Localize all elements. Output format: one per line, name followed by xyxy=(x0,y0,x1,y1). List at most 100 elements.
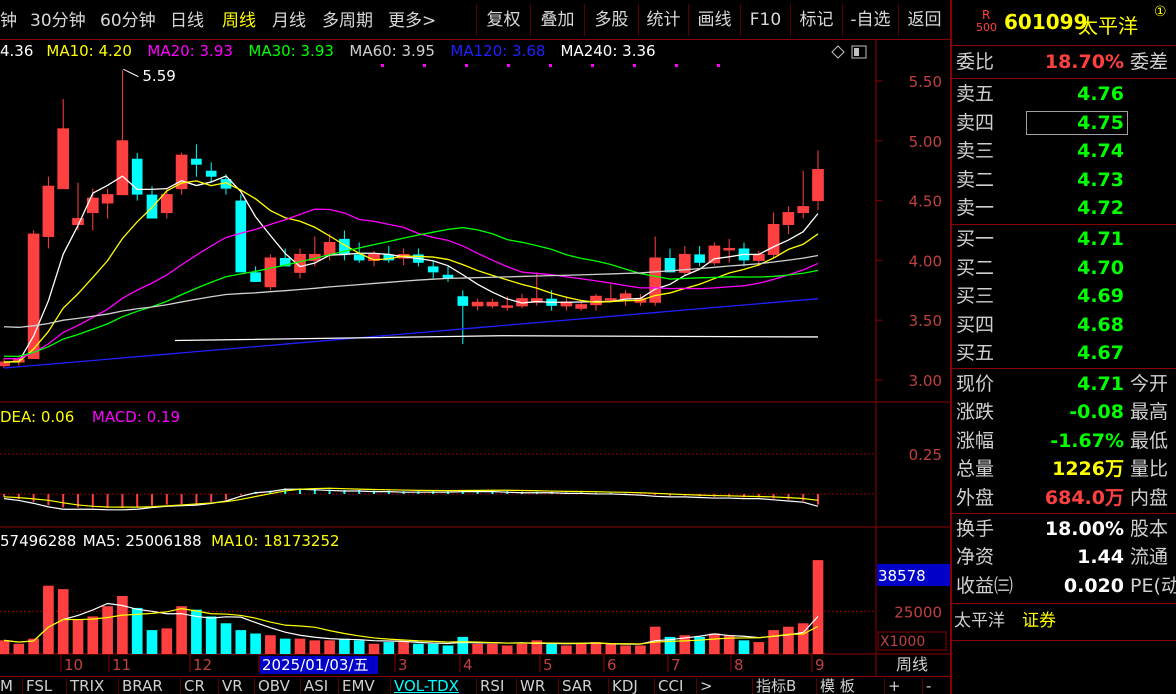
quote-row-0-label2: 今开 xyxy=(1130,373,1169,395)
period-tab-daily[interactable]: 日线 xyxy=(170,8,204,34)
signal-dot-5 xyxy=(591,64,594,67)
candle-body-33 xyxy=(486,301,499,307)
bid-row-1-value: 4.71 xyxy=(1077,228,1124,250)
indicator-tab-voltdx[interactable]: VOL-TDX xyxy=(394,677,459,694)
ask-row-5[interactable]: 卖五 4.76 xyxy=(952,80,1176,108)
back-button[interactable]: 返回 xyxy=(898,4,950,36)
fundamental-row-0[interactable]: 换手 18.00% 股本 xyxy=(952,515,1176,543)
quote-row-1[interactable]: 涨跌 -0.08 最高 xyxy=(952,398,1176,426)
industry-sector[interactable]: 证券 xyxy=(1022,607,1056,635)
indicator-tab-b[interactable]: 指标B xyxy=(756,677,796,694)
industry-row[interactable]: 太平洋 证券 xyxy=(952,607,1176,635)
fundamental-row-2[interactable]: 收益㈢ 0.020 PE(动 xyxy=(952,572,1176,600)
indicator-tab-emv[interactable]: EMV xyxy=(342,677,375,694)
fundamental-row-1-label2: 流通 xyxy=(1130,546,1169,569)
indicator-tab-rsi[interactable]: RSI xyxy=(480,677,504,694)
volume-bar-1 xyxy=(13,643,25,654)
signal-dot-7 xyxy=(675,64,678,67)
period-tab-min[interactable]: 钟 xyxy=(0,8,17,34)
bid-row-4[interactable]: 买四 4.68 xyxy=(952,311,1176,339)
quote-row-2[interactable]: 涨幅 -1.67% 最低 xyxy=(952,427,1176,455)
quote-row-3[interactable]: 总量 1226万 量比 xyxy=(952,455,1176,483)
signal-dot-2 xyxy=(465,64,468,67)
indicator-tab-[interactable]: 模 板 xyxy=(820,677,855,694)
ask-row-3-label: 卖三 xyxy=(956,140,995,163)
candle-body-54 xyxy=(797,206,810,214)
indicator-tab-[interactable]: - xyxy=(926,677,931,694)
multi-stock-button[interactable]: 多股 xyxy=(584,4,638,36)
stock-header: R 500 601099 太平洋 ① xyxy=(952,0,1176,46)
statistics-button[interactable]: 统计 xyxy=(638,4,688,36)
bid-row-2[interactable]: 买二 4.70 xyxy=(952,254,1176,282)
quote-row-4[interactable]: 外盘 684.0万 内盘 xyxy=(952,484,1176,512)
indicator-tab-[interactable]: + xyxy=(888,677,901,694)
bid-row-5-value: 4.67 xyxy=(1077,342,1124,365)
x-axis-label-0: 10 xyxy=(64,656,83,674)
tab-separator xyxy=(752,678,753,694)
f10-button[interactable]: F10 xyxy=(740,4,790,36)
draw-line-button[interactable]: 画线 xyxy=(688,4,740,36)
ask-row-1-label: 卖一 xyxy=(956,197,995,220)
chart-area[interactable]: 5.50 5.00 4.50 4.00 3.50 3.00 5.59 0.25 38578 250… xyxy=(0,40,950,676)
weibi-row[interactable]: 委比 18.70% 委差 xyxy=(952,48,1176,76)
mark-button[interactable]: 标记 xyxy=(790,4,842,36)
indicator-tab-asi[interactable]: ASI xyxy=(304,677,328,694)
fundamental-row-1[interactable]: 净资 1.44 流通 xyxy=(952,543,1176,571)
x-axis-label-7: 6 xyxy=(607,656,617,674)
period-tab-30min[interactable]: 30分钟 xyxy=(30,8,86,34)
bid-row-5[interactable]: 买五 4.67 xyxy=(952,339,1176,367)
signal-dot-6 xyxy=(633,64,636,67)
indicator-tab-cci[interactable]: CCI xyxy=(658,677,683,694)
indicator-tab-kdj[interactable]: KDJ xyxy=(612,677,638,694)
stock-name[interactable]: 太平洋 xyxy=(1078,10,1138,39)
indicator-tab-vr[interactable]: VR xyxy=(222,677,243,694)
indicator-tab-obv[interactable]: OBV xyxy=(258,677,290,694)
bid-row-3[interactable]: 买三 4.69 xyxy=(952,282,1176,310)
bid-row-3-value: 4.69 xyxy=(1077,285,1124,308)
selected-price-box xyxy=(1026,110,1128,135)
indicator-tab-brar[interactable]: BRAR xyxy=(122,677,163,694)
indicator-tab-trix[interactable]: TRIX xyxy=(70,677,104,694)
ask-row-3[interactable]: 卖三 4.74 xyxy=(952,137,1176,165)
weibi-row-value: 18.70% xyxy=(1044,51,1124,73)
volume-bar-29 xyxy=(427,643,439,654)
candle-body-47 xyxy=(694,254,705,263)
period-tab-60min[interactable]: 60分钟 xyxy=(100,8,156,34)
period-tab-multi[interactable]: 多周期 xyxy=(322,8,373,34)
quote-row-0[interactable]: 现价 4.71 今开 xyxy=(952,370,1176,398)
period-label[interactable]: 周线 xyxy=(896,655,928,674)
ask-row-1[interactable]: 卖一 4.72 xyxy=(952,194,1176,222)
ask-row-4[interactable]: 卖四 4.75 xyxy=(952,109,1176,137)
indicator-tab-sar[interactable]: SAR xyxy=(562,677,592,694)
ma-line-60 xyxy=(3,254,819,328)
indicator-tab-m[interactable]: M xyxy=(0,677,13,694)
weibi-row-label2: 委差 xyxy=(1130,51,1169,73)
bid-row-1[interactable]: 买一 4.71 xyxy=(952,225,1176,253)
indicator-tab-wr[interactable]: WR xyxy=(520,677,545,694)
panel-divider xyxy=(952,78,1176,79)
ask-row-2[interactable]: 卖二 4.73 xyxy=(952,166,1176,194)
quote-row-1-label: 涨跌 xyxy=(956,401,995,424)
volume-current-label: 38578 xyxy=(878,567,926,585)
panel-divider xyxy=(952,513,1176,514)
watchlist-button[interactable]: -自选 xyxy=(842,4,898,36)
candle-body-4 xyxy=(57,128,70,190)
indicator-tab-[interactable]: > xyxy=(700,677,713,694)
candle-body-11 xyxy=(160,194,173,214)
ma-legend-item-2: MA20: 3.93 xyxy=(147,42,233,60)
x-axis-label-9: 8 xyxy=(734,656,744,674)
indicator-tab-cr[interactable]: CR xyxy=(184,677,205,694)
kline-chart[interactable]: 5.50 5.00 4.50 4.00 3.50 3.00 5.59 0.25 38578 250… xyxy=(0,40,950,676)
period-tab-weekly[interactable]: 周线 xyxy=(222,8,256,34)
volume-bar-11 xyxy=(161,628,173,654)
weibi-row-label: 委比 xyxy=(956,51,995,73)
adjust-button[interactable]: 复权 xyxy=(476,4,530,36)
bid-row-2-label: 买二 xyxy=(956,256,995,279)
indicator-tab-fsl[interactable]: FSL xyxy=(26,677,52,694)
period-tab-monthly[interactable]: 月线 xyxy=(272,8,306,34)
tab-separator xyxy=(254,678,255,694)
candle-body-29 xyxy=(427,266,439,273)
overlay-button[interactable]: 叠加 xyxy=(530,4,584,36)
tab-separator xyxy=(66,678,67,694)
period-tab-more[interactable]: 更多> xyxy=(388,8,436,34)
